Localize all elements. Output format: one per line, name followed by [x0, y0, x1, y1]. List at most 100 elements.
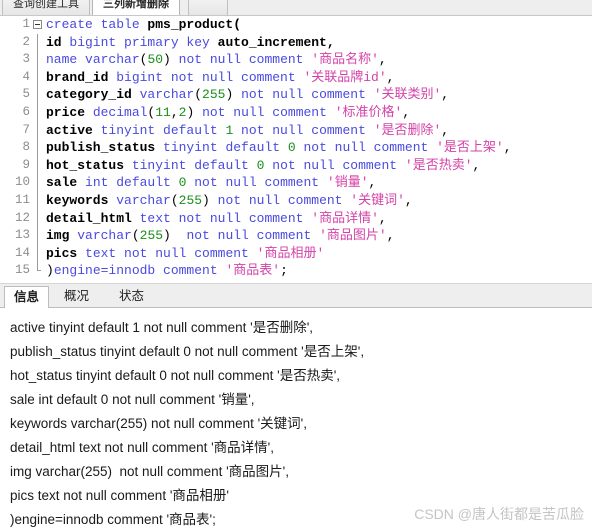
code-token-id: pms_product(: [147, 17, 242, 32]
code-token-kw: not null comment: [186, 228, 320, 244]
code-token-pun: ,: [386, 228, 395, 244]
code-token-pun: ,: [368, 175, 377, 191]
code-token-str: '关联类别': [373, 87, 442, 103]
code-line-text: keywords varchar(255) not null comment '…: [46, 192, 413, 210]
fold-guide-line-icon: [37, 51, 38, 69]
sql-code-editor[interactable]: 1 create table pms_product(2 id bigint pri…: [0, 16, 592, 284]
code-token-pun: ): [225, 87, 242, 103]
code-line-text: publish_status tinyint default 0 not nul…: [46, 139, 512, 157]
code-token-id: active: [46, 122, 101, 138]
code-line[interactable]: 3 name varchar(50) not null comment '商品名称…: [0, 51, 592, 69]
result-line: img varchar(255) not null comment '商品图片'…: [10, 464, 289, 479]
code-line[interactable]: 7 active tinyint default 1 not null comme…: [0, 121, 592, 140]
code-token-str: '商品详情': [311, 210, 379, 226]
code-line-text: brand_id bigint not null comment '关联品牌id…: [46, 69, 394, 87]
fold-guide-line-icon: [37, 103, 38, 122]
line-number: 2: [22, 34, 30, 49]
fold-guide-line-icon: [37, 86, 38, 104]
code-token-pun: ,: [386, 69, 395, 85]
code-line-text: category_id varchar(255) not null commen…: [46, 86, 449, 104]
line-number: 3: [22, 52, 30, 67]
code-token-kw: text not null comment: [85, 245, 257, 261]
result-line: sale int default 0 not null comment '销量'…: [10, 392, 255, 407]
code-line[interactable]: 5 category_id varchar(255) not null comme…: [0, 86, 592, 104]
result-line: publish_status tinyint default 0 not nul…: [10, 344, 365, 359]
code-token-pun: ,: [472, 157, 481, 173]
tab-info[interactable]: 信息: [4, 286, 50, 309]
code-line[interactable]: 14 pics text not null comment '商品相册': [0, 244, 592, 263]
code-fold-minus-icon[interactable]: [33, 20, 42, 29]
code-line[interactable]: 2 id bigint primary key auto_increment,: [0, 33, 592, 52]
code-line[interactable]: 4 brand_id bigint not null comment '关联品牌i…: [0, 68, 592, 87]
fold-marker-end: [33, 262, 45, 280]
fold-marker-mid: [33, 139, 45, 157]
code-token-pun: ): [163, 228, 187, 244]
code-token-id: brand_id: [46, 69, 117, 85]
code-lines-container: 1 create table pms_product(2 id bigint pri…: [0, 16, 592, 280]
code-token-pun: ,: [503, 140, 512, 156]
code-token-kw: not null comment: [217, 192, 351, 208]
code-token-kw: create table: [46, 17, 148, 32]
code-token-str: '关联品牌id': [303, 69, 387, 85]
code-token-kw: bigint not null comment: [116, 69, 304, 85]
code-token-str: '商品相册': [256, 245, 325, 261]
code-line[interactable]: 8 publish_status tinyint default 0 not nu…: [0, 139, 592, 157]
code-line[interactable]: 12 detail_html text not null comment '商品详…: [0, 209, 592, 228]
fold-marker-mid: [33, 174, 45, 192]
fold-marker-mid: [33, 86, 45, 104]
code-token-kw: varchar: [77, 228, 132, 244]
tab-profile[interactable]: 概况: [55, 286, 98, 308]
code-line-text: hot_status tinyint default 0 not null co…: [46, 157, 480, 175]
code-token-pun: (: [194, 87, 203, 103]
top-tab-blank[interactable]: [188, 0, 228, 15]
code-line[interactable]: 10 sale int default 0 not null comment '销…: [0, 174, 592, 192]
code-token-id: category_id: [46, 87, 140, 103]
line-number: 7: [22, 122, 30, 137]
code-token-kw: tinyint default: [100, 122, 226, 138]
code-token-id: publish_status: [46, 140, 164, 156]
code-token-kw: not null comment: [186, 175, 327, 191]
top-tab-three-column-edit[interactable]: 三列新增删除: [92, 0, 180, 15]
code-token-str: '商品表': [225, 263, 281, 279]
fold-marker-mid: [33, 191, 45, 210]
code-token-str: '是否热卖': [404, 157, 473, 173]
code-token-kw: varchar: [139, 87, 195, 103]
code-token-id: price: [46, 104, 93, 120]
tab-status[interactable]: 状态: [110, 286, 153, 308]
code-token-id: detail_html: [46, 210, 140, 226]
code-token-pun: ): [163, 52, 179, 68]
fold-guide-line-icon: [37, 33, 38, 52]
code-token-str: '关键词': [350, 192, 405, 208]
code-token-kw: not null comment: [202, 104, 335, 120]
line-number: 15: [14, 263, 30, 278]
results-output-panel[interactable]: active tinyint default 1 not null commen…: [0, 308, 592, 528]
fold-marker-mid: [33, 68, 45, 87]
results-tab-bar: 信息 概况 状态: [0, 284, 592, 309]
code-token-id: id: [46, 34, 70, 50]
code-token-pun: (: [170, 192, 179, 208]
code-token-pun: ,: [402, 104, 411, 120]
code-line-text: detail_html text not null comment '商品详情'…: [46, 210, 387, 228]
code-line[interactable]: 11 keywords varchar(255) not null comment…: [0, 191, 592, 210]
code-line[interactable]: 1 create table pms_product(: [0, 16, 592, 34]
code-line-text: price decimal(11,2) not null comment '标准…: [46, 104, 410, 122]
code-token-pun: ,: [378, 52, 387, 68]
code-line[interactable]: 13 img varchar(255) not null comment '商品图…: [0, 227, 592, 245]
code-token-kw: int default: [85, 175, 179, 191]
code-token-kw: varchar: [85, 52, 140, 68]
fold-guide-line-icon: [37, 244, 38, 263]
fold-guide-line-icon: [37, 139, 38, 157]
code-token-kw: decimal: [92, 104, 148, 120]
line-number: 13: [14, 228, 30, 243]
code-line[interactable]: 9 hot_status tinyint default 0 not null c…: [0, 156, 592, 175]
code-token-str: '是否删除': [373, 122, 442, 138]
fold-guide-line-icon: [37, 121, 38, 140]
top-tab-query-builder[interactable]: 查询创建工具: [2, 0, 90, 15]
code-token-pun: (: [131, 228, 140, 244]
top-tab-strip: 查询创建工具 三列新增删除: [0, 0, 592, 16]
fold-marker-mid: [33, 156, 45, 175]
code-token-kw: tinyint default: [163, 140, 288, 156]
code-line[interactable]: 6 price decimal(11,2) not null comment '标…: [0, 103, 592, 122]
code-line[interactable]: 15)engine=innodb comment '商品表';: [0, 262, 592, 280]
line-number: 14: [14, 245, 30, 260]
